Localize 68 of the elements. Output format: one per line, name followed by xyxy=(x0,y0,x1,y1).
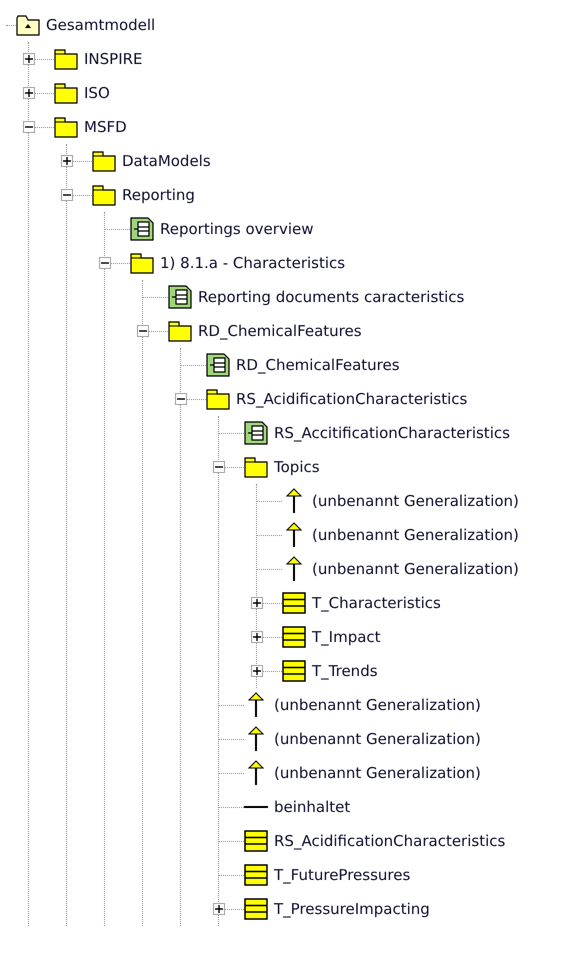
plus-icon xyxy=(253,599,261,607)
plus-icon xyxy=(25,89,33,97)
tree-item-label[interactable]: T_Trends xyxy=(312,660,378,682)
expand-button[interactable] xyxy=(251,631,263,643)
line-icon xyxy=(244,805,268,809)
tree-item-label[interactable]: RS_AcidificationCharacteristics xyxy=(236,388,468,410)
tree-item-label[interactable]: DataModels xyxy=(122,150,211,172)
tree-item-label[interactable]: RS_AcidificationCharacteristics xyxy=(274,830,506,852)
tree-item-label[interactable]: RS_AccitificationCharacteristics xyxy=(274,422,510,444)
tree-item-label[interactable]: MSFD xyxy=(84,116,127,138)
class-icon xyxy=(282,592,306,614)
diagram-icon xyxy=(168,285,192,309)
collapse-button[interactable] xyxy=(137,325,149,337)
expand-button[interactable] xyxy=(251,597,263,609)
diagram-icon xyxy=(130,217,154,241)
tree-item-label[interactable]: (unbenannt Generalization) xyxy=(312,490,519,512)
tree-item-label[interactable]: (unbenannt Generalization) xyxy=(274,694,481,716)
tree-item-label[interactable]: 1) 8.1.a - Characteristics xyxy=(160,252,346,274)
class-icon xyxy=(282,626,306,648)
tree-item-label[interactable]: Reporting xyxy=(122,184,195,206)
tree-item-label[interactable]: T_Characteristics xyxy=(312,592,441,614)
diagram-icon xyxy=(206,353,230,377)
tree-item-label[interactable]: (unbenannt Generalization) xyxy=(312,524,519,546)
expand-button[interactable] xyxy=(23,53,35,65)
tree-item-label[interactable]: T_Impact xyxy=(312,626,381,648)
folder-icon xyxy=(244,456,268,478)
tree-item-label[interactable]: RD_ChemicalFeatures xyxy=(236,354,400,376)
plus-icon xyxy=(253,633,261,641)
expand-button[interactable] xyxy=(23,87,35,99)
collapse-button[interactable] xyxy=(175,393,187,405)
plus-icon xyxy=(253,667,261,675)
tree-item-label[interactable]: INSPIRE xyxy=(84,48,143,70)
folder-icon xyxy=(130,252,154,274)
collapse-button[interactable] xyxy=(61,189,73,201)
tree-item-label[interactable]: (unbenannt Generalization) xyxy=(274,728,481,750)
folder-icon xyxy=(168,320,192,342)
plus-icon xyxy=(25,55,33,63)
folder-icon xyxy=(54,116,78,138)
diagram-icon xyxy=(244,421,268,445)
folder-icon xyxy=(92,150,116,172)
tree-item-label[interactable]: beinhaltet xyxy=(274,796,350,818)
tree-item-label[interactable]: Reporting documents caracteristics xyxy=(198,286,464,308)
model-folder-icon xyxy=(16,14,40,36)
class-icon xyxy=(282,660,306,682)
class-icon xyxy=(244,864,268,886)
class-icon xyxy=(244,898,268,920)
expand-button[interactable] xyxy=(61,155,73,167)
plus-icon xyxy=(215,905,223,913)
expand-button[interactable] xyxy=(213,903,225,915)
folder-icon xyxy=(92,184,116,206)
folder-icon xyxy=(206,388,230,410)
tree-item-label[interactable]: ISO xyxy=(84,82,110,104)
tree-item-label[interactable]: (unbenannt Generalization) xyxy=(312,558,519,580)
tree-item-label[interactable]: RD_ChemicalFeatures xyxy=(198,320,362,342)
tree-item-label[interactable]: T_PressureImpacting xyxy=(274,898,430,920)
folder-icon xyxy=(54,82,78,104)
collapse-button[interactable] xyxy=(23,121,35,133)
collapse-button[interactable] xyxy=(213,461,225,473)
folder-icon xyxy=(54,48,78,70)
tree-item-label[interactable]: Topics xyxy=(274,456,320,478)
class-icon xyxy=(244,830,268,852)
tree-item-label[interactable]: T_FuturePressures xyxy=(274,864,410,886)
tree-item-label[interactable]: Gesamtmodell xyxy=(46,14,156,36)
collapse-button[interactable] xyxy=(99,257,111,269)
tree-item-label[interactable]: Reportings overview xyxy=(160,218,314,240)
plus-icon xyxy=(63,157,71,165)
expand-button[interactable] xyxy=(251,665,263,677)
tree-item-label[interactable]: (unbenannt Generalization) xyxy=(274,762,481,784)
